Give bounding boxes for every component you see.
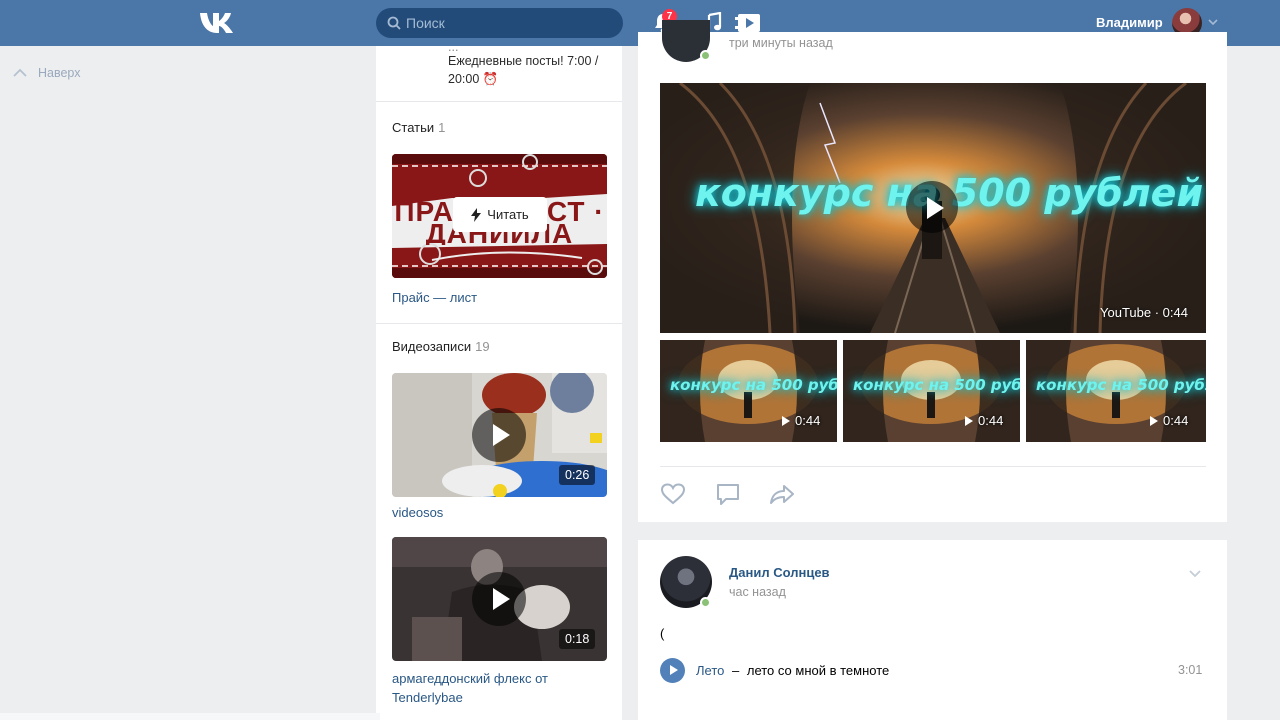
post-time[interactable]: час назад [729,585,786,599]
post-author[interactable]: Данил Солнцев [729,565,830,580]
play-small-icon [965,415,973,426]
video-duration: 0:18 [559,629,596,649]
group-description: ... Ежедневные посты! 7:00 / 20:00 ⏰ [448,38,618,88]
video-thumbnail[interactable]: конкурс на 500 рублей 0:44 [660,340,837,442]
video-duration: 0:44 [782,413,820,428]
search-box[interactable] [376,8,623,38]
audio-title: лето со мной в темноте [746,663,890,678]
video-title-link[interactable]: армагеддонский флекс от Tenderlybae [392,669,592,707]
audio-track[interactable]: Лето – лето со мной в темноте [696,663,889,678]
videos-count: 19 [475,339,490,354]
videos-title: Видеозаписи [392,339,472,354]
video-source: YouTube · 0:44 [1100,305,1188,320]
post-card [638,540,1227,720]
online-indicator [700,50,711,61]
share-icon[interactable] [769,482,795,506]
video-title: конкурс на 500 рублей [670,376,837,394]
online-indicator [700,597,711,608]
video-duration: 0:44 [1150,413,1188,428]
video-duration: 0:26 [559,465,596,485]
search-icon [387,16,401,30]
video-thumbnail[interactable]: 0:18 [392,537,607,661]
read-article-button[interactable]: Читать [453,197,547,232]
scroll-up-label: Наверх [38,66,81,80]
post-text: ( [660,626,665,641]
status-bar [0,713,380,720]
articles-header[interactable]: Статьи 1 [392,120,445,135]
chevron-down-icon[interactable] [1208,18,1218,26]
read-label: Читать [487,207,529,222]
video-duration: 0:44 [965,413,1003,428]
video-title-link[interactable]: videosos [392,505,443,520]
article-title-link[interactable]: Прайс — лист [392,290,477,305]
lightning-icon [471,207,482,222]
vk-logo-icon[interactable] [198,10,236,36]
audio-separator: – [732,663,740,678]
play-icon[interactable] [472,572,526,626]
divider [376,101,622,102]
play-icon[interactable] [472,408,526,462]
user-name[interactable]: Владимир [1096,15,1163,30]
like-icon[interactable] [660,482,686,506]
duration-label: 0:44 [978,413,1004,428]
description-text: Ежедневные посты! 7:00 / 20:00 ⏰ [448,54,599,86]
play-icon[interactable] [906,181,958,233]
play-small-icon [1150,415,1158,426]
play-small-icon [782,415,790,426]
articles-title: Статьи [392,120,435,135]
video-thumbnail[interactable]: 0:26 [392,373,607,497]
audio-artist[interactable]: Лето [696,663,724,678]
search-input[interactable] [406,14,606,32]
video-title: конкурс на 500 рублей [853,376,1020,394]
chevron-down-icon[interactable] [1188,569,1202,579]
audio-duration: 3:01 [1178,663,1203,677]
audio-play-button[interactable] [660,658,685,683]
main-video[interactable]: конкурс на 500 рублей [660,83,1206,333]
post-time[interactable]: три минуты назад [729,36,833,52]
videos-header[interactable]: Видеозаписи 19 [392,339,490,354]
comment-icon[interactable] [715,482,741,506]
description-partial: ... [448,40,459,52]
video-thumbnail[interactable]: конкурс на 500 рублей 0:44 [1026,340,1206,442]
divider [660,466,1206,467]
scroll-up-link[interactable]: Наверх [12,66,81,80]
divider [376,323,622,324]
duration-label: 0:44 [1163,413,1189,428]
video-thumbnail[interactable]: конкурс на 500 рублей 0:44 [843,340,1020,442]
duration-label: 0:44 [795,413,821,428]
articles-count: 1 [438,120,446,135]
video-title: конкурс на 500 рублей [1036,376,1206,394]
chevron-up-icon [13,68,27,77]
